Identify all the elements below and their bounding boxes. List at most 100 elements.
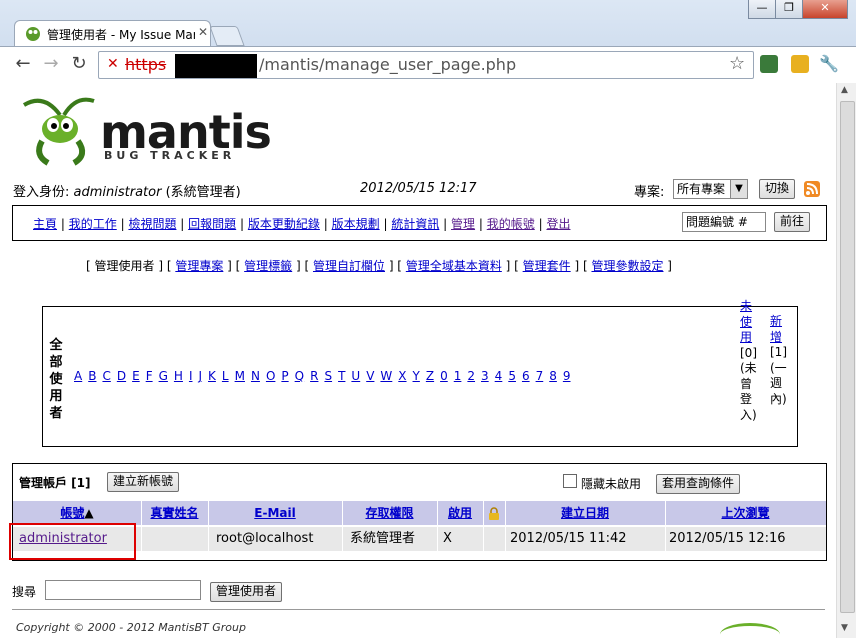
filter-letter-link[interactable]: L xyxy=(222,369,229,383)
manage-projects-link[interactable]: 管理專案 xyxy=(175,259,223,273)
col-enabled[interactable]: 啟用 xyxy=(437,501,483,525)
manage-global-profiles-link[interactable]: 管理全域基本資料 xyxy=(406,259,502,273)
menu-item-home[interactable]: 主頁 xyxy=(33,217,57,231)
switch-project-button[interactable]: 切換 xyxy=(759,179,796,199)
col-last-visit-link[interactable]: 上次瀏覽 xyxy=(721,506,769,520)
login-info: 登入身份: administrator (系統管理者) xyxy=(13,181,241,200)
filter-unused-link[interactable]: 未 使 用 xyxy=(740,299,760,346)
bookmark-star-icon[interactable]: ☆ xyxy=(729,53,745,74)
col-created[interactable]: 建立日期 xyxy=(505,501,665,525)
menu-item-manage[interactable]: 管理 xyxy=(451,217,475,231)
filter-letter-link[interactable]: B xyxy=(88,369,96,383)
filter-letter-link[interactable]: 3 xyxy=(481,369,489,383)
project-select[interactable]: 所有專案 ▼ xyxy=(673,179,748,199)
filter-letter-link[interactable]: V xyxy=(366,369,374,383)
menu-item-view-issues[interactable]: 檢視問題 xyxy=(128,217,176,231)
manage-custom-fields-link[interactable]: 管理自訂欄位 xyxy=(313,259,385,273)
hide-disabled-checkbox[interactable] xyxy=(563,474,577,488)
wrench-menu-icon[interactable]: 🔧 xyxy=(818,53,840,75)
close-window-button[interactable]: ✕ xyxy=(802,0,848,19)
filter-letter-link[interactable]: G xyxy=(159,369,168,383)
manage-tags-link[interactable]: 管理標籤 xyxy=(244,259,292,273)
rss-icon[interactable] xyxy=(804,181,820,197)
menu-item-my-account[interactable]: 我的帳號 xyxy=(487,217,535,231)
filter-letter-link[interactable]: 5 xyxy=(508,369,516,383)
filter-letter-link[interactable]: C xyxy=(102,369,110,383)
filter-new-link[interactable]: 新 增 xyxy=(770,314,790,345)
forward-arrow-icon[interactable]: → xyxy=(40,53,62,75)
create-account-button[interactable]: 建立新帳號 xyxy=(107,472,180,492)
filter-letter-link[interactable]: 4 xyxy=(495,369,503,383)
filter-letter-link[interactable]: Y xyxy=(413,369,420,383)
manage-config-link[interactable]: 管理參數設定 xyxy=(591,259,663,273)
menu-item-report-issue[interactable]: 回報問題 xyxy=(188,217,236,231)
col-access[interactable]: 存取權限 xyxy=(342,501,437,525)
filter-letter-link[interactable]: E xyxy=(132,369,140,383)
filter-letter-link[interactable]: A xyxy=(74,369,82,383)
filter-letter-link[interactable]: D xyxy=(117,369,126,383)
filter-letter-link[interactable]: J xyxy=(198,369,202,383)
filter-letter-link[interactable]: O xyxy=(266,369,275,383)
manage-plugins-link[interactable]: 管理套件 xyxy=(523,259,571,273)
browser-tab[interactable]: 管理使用者 - My Issue Mar ✕ xyxy=(14,20,211,47)
col-email[interactable]: E-Mail xyxy=(208,501,342,525)
tab-close-icon[interactable]: ✕ xyxy=(198,25,208,39)
filter-letter-link[interactable]: 7 xyxy=(536,369,544,383)
menu-item-roadmap[interactable]: 版本規劃 xyxy=(332,217,380,231)
menu-item-my-view[interactable]: 我的工作 xyxy=(69,217,117,231)
filter-letter-link[interactable]: P xyxy=(281,369,288,383)
col-realname-link[interactable]: 真實姓名 xyxy=(150,506,198,520)
filter-letter-link[interactable]: F xyxy=(146,369,153,383)
col-email-link[interactable]: E-Mail xyxy=(254,506,295,520)
col-username-link[interactable]: 帳號 xyxy=(60,506,84,520)
col-access-link[interactable]: 存取權限 xyxy=(365,506,413,520)
issue-number-input[interactable]: 問題編號 # xyxy=(682,212,766,232)
col-enabled-link[interactable]: 啟用 xyxy=(448,506,472,520)
minimize-button[interactable]: — xyxy=(748,0,776,19)
manage-user-button[interactable]: 管理使用者 xyxy=(210,582,283,602)
filter-letter-link[interactable]: Z xyxy=(426,369,434,383)
maximize-button[interactable]: ❐ xyxy=(775,0,803,19)
sort-arrow-icon: ▲ xyxy=(84,506,94,520)
col-last-visit[interactable]: 上次瀏覽 xyxy=(665,501,826,525)
new-tab-button[interactable] xyxy=(209,26,245,46)
filter-letter-link[interactable]: Q xyxy=(295,369,304,383)
filter-letter-link[interactable]: K xyxy=(208,369,216,383)
col-protected[interactable] xyxy=(483,501,505,525)
apply-filter-button[interactable]: 套用查詢條件 xyxy=(656,474,741,494)
menu-item-changelog[interactable]: 版本更動紀錄 xyxy=(248,217,320,231)
menu-item-summary[interactable]: 統計資訊 xyxy=(391,217,439,231)
address-bar[interactable]: ✕ https /mantis/manage_user_page.php ☆ xyxy=(98,51,754,79)
filter-letter-link[interactable]: N xyxy=(251,369,260,383)
filter-letter-link[interactable]: H xyxy=(174,369,183,383)
filter-letter-link[interactable]: T xyxy=(338,369,345,383)
filter-all-label[interactable]: 全 部 使 用 者 xyxy=(49,337,63,422)
scroll-up-arrow-icon[interactable]: ▲ xyxy=(841,85,848,95)
scroll-thumb[interactable] xyxy=(840,101,855,613)
reload-icon[interactable]: ↻ xyxy=(68,53,90,75)
filter-letter-link[interactable]: 9 xyxy=(563,369,571,383)
filter-letter-link[interactable]: 2 xyxy=(467,369,475,383)
go-button[interactable]: 前往 xyxy=(774,212,811,232)
search-input[interactable] xyxy=(45,580,201,600)
back-arrow-icon[interactable]: ← xyxy=(12,53,34,75)
scroll-down-arrow-icon[interactable]: ▼ xyxy=(841,623,848,633)
filter-letter-link[interactable]: I xyxy=(189,369,193,383)
speaker-extension-icon[interactable] xyxy=(791,55,809,73)
filter-letter-link[interactable]: M xyxy=(235,369,245,383)
menu-item-logout[interactable]: 登出 xyxy=(546,217,570,231)
col-realname[interactable]: 真實姓名 xyxy=(141,501,208,525)
filter-letter-link[interactable]: 1 xyxy=(454,369,462,383)
col-username[interactable]: 帳號▲ xyxy=(13,501,141,525)
filter-letter-link[interactable]: U xyxy=(351,369,360,383)
filter-letter-link[interactable]: R xyxy=(310,369,318,383)
filter-letter-link[interactable]: 6 xyxy=(522,369,530,383)
vertical-scrollbar[interactable]: ▲ ▼ xyxy=(836,83,856,638)
filter-letter-link[interactable]: S xyxy=(324,369,332,383)
col-created-link[interactable]: 建立日期 xyxy=(561,506,609,520)
filter-letter-link[interactable]: 8 xyxy=(549,369,557,383)
filter-letter-link[interactable]: 0 xyxy=(440,369,448,383)
filter-letter-link[interactable]: W xyxy=(380,369,392,383)
evernote-extension-icon[interactable] xyxy=(760,55,778,73)
filter-letter-link[interactable]: X xyxy=(398,369,406,383)
